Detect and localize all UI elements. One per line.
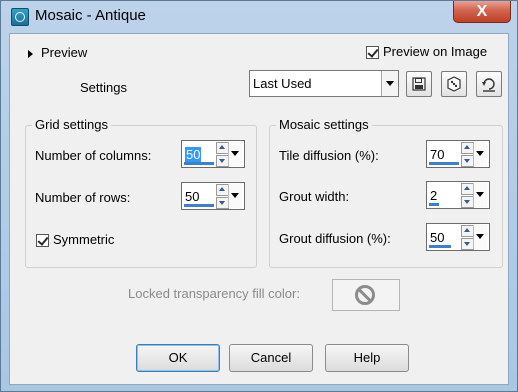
chevron-down-icon[interactable] xyxy=(473,183,487,207)
grout-width-slider-bar[interactable] xyxy=(429,203,439,206)
symmetric-checkbox[interactable]: Symmetric xyxy=(36,232,115,248)
title-bar: Mosaic - Antique X xyxy=(1,1,517,33)
chevron-down-icon[interactable] xyxy=(228,142,242,166)
grout-diffusion-slider-bar[interactable] xyxy=(429,245,451,248)
grid-settings-title: Grid settings xyxy=(32,117,111,132)
checkbox-box[interactable] xyxy=(366,46,379,60)
columns-stepper[interactable]: 50 xyxy=(181,140,245,168)
grid-settings-group: Grid settings Number of columns: 50 Numb… xyxy=(25,117,257,268)
cancel-button[interactable]: Cancel xyxy=(229,344,313,372)
chevron-down-icon[interactable] xyxy=(473,225,487,249)
grout-width-label: Grout width: xyxy=(279,189,350,204)
tile-diffusion-label: Tile diffusion (%): xyxy=(279,148,379,163)
rows-value[interactable]: 50 xyxy=(185,189,199,204)
grout-width-value[interactable]: 2 xyxy=(430,188,437,203)
tile-diffusion-slider-bar[interactable] xyxy=(429,162,459,165)
ok-button[interactable]: OK xyxy=(136,344,220,372)
columns-slider-bar[interactable] xyxy=(184,162,214,165)
rows-stepper[interactable]: 50 xyxy=(181,182,245,210)
randomize-button[interactable] xyxy=(441,71,467,97)
settings-label: Settings xyxy=(80,80,127,95)
tile-diffusion-stepper[interactable]: 70 xyxy=(426,140,490,168)
grout-diffusion-label: Grout diffusion (%): xyxy=(279,231,391,246)
close-button[interactable]: X xyxy=(453,1,511,23)
app-icon xyxy=(11,8,29,26)
expand-triangle-icon xyxy=(28,49,33,58)
chevron-down-icon[interactable] xyxy=(381,71,398,96)
grout-width-stepper[interactable]: 2 xyxy=(426,181,490,209)
chevron-down-icon[interactable] xyxy=(473,142,487,166)
grout-diffusion-value[interactable]: 50 xyxy=(430,230,444,245)
reset-icon xyxy=(482,78,495,92)
chevron-down-icon[interactable] xyxy=(228,184,242,208)
tile-diffusion-value[interactable]: 70 xyxy=(430,147,444,162)
dialog-client-area: Preview Preview on Image Settings Last U… xyxy=(9,33,509,385)
preset-value: Last Used xyxy=(253,76,312,91)
checkbox-box[interactable] xyxy=(36,234,49,248)
symmetric-label: Symmetric xyxy=(53,232,115,247)
save-icon xyxy=(412,77,426,91)
reset-button[interactable] xyxy=(476,71,502,97)
randomize-icon xyxy=(447,76,461,92)
help-button[interactable]: Help xyxy=(325,344,409,372)
mosaic-settings-title: Mosaic settings xyxy=(276,117,372,132)
preview-on-image-label: Preview on Image xyxy=(383,44,488,59)
locked-fill-color-swatch[interactable] xyxy=(332,279,400,311)
preview-on-image-checkbox[interactable]: Preview on Image xyxy=(366,44,488,60)
locked-fill-label: Locked transparency fill color: xyxy=(128,286,300,301)
window-title: Mosaic - Antique xyxy=(35,7,146,24)
dialog-window: Mosaic - Antique X Preview Preview on Im… xyxy=(0,0,518,392)
columns-label: Number of columns: xyxy=(35,148,152,163)
mosaic-settings-group: Mosaic settings Tile diffusion (%): 70 G… xyxy=(269,117,503,268)
preview-label: Preview xyxy=(41,45,88,60)
preview-toggle[interactable]: Preview xyxy=(28,45,87,60)
preset-dropdown[interactable]: Last Used xyxy=(249,70,399,97)
columns-value[interactable]: 50 xyxy=(185,147,202,162)
rows-slider-bar[interactable] xyxy=(184,204,214,207)
save-preset-button[interactable] xyxy=(406,71,432,97)
grout-diffusion-stepper[interactable]: 50 xyxy=(426,223,490,251)
rows-label: Number of rows: xyxy=(35,190,131,205)
no-color-icon xyxy=(355,285,375,305)
